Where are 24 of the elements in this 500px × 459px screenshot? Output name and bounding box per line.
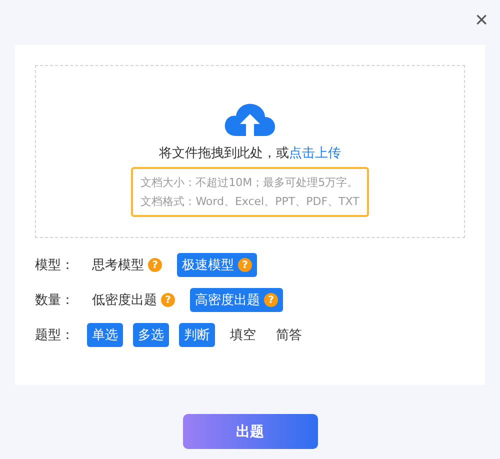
option-chip[interactable]: 多选 xyxy=(133,323,169,347)
help-icon[interactable]: ? xyxy=(264,293,278,307)
help-icon[interactable]: ? xyxy=(161,293,175,307)
upload-dropzone[interactable]: 将文件拖拽到此处，或点击上传 文档大小：不超过10M；最多可处理5万字。 文档格式：Word、Excel、PPT、PDF、TXT xyxy=(35,65,465,238)
upload-prompt: 将文件拖拽到此处，或点击上传 xyxy=(159,145,341,162)
option-chip[interactable]: 判断 xyxy=(179,323,215,347)
option-chip[interactable]: 低密度出题 ? xyxy=(87,288,180,312)
setting-label: 模型： xyxy=(35,257,75,274)
option-chip[interactable]: 简答 xyxy=(271,323,307,347)
help-icon[interactable]: ? xyxy=(148,258,162,272)
option-chip[interactable]: 填空 xyxy=(225,323,261,347)
close-button[interactable]: × xyxy=(469,8,494,32)
help-icon[interactable]: ? xyxy=(238,258,252,272)
setting-label: 题型： xyxy=(35,327,75,344)
option-chip[interactable]: 高密度出题 ? xyxy=(190,288,283,312)
requirement-text: 文档大小：不超过10M；最多可处理5万字。 xyxy=(140,175,360,191)
option-chip[interactable]: 极速模型 ? xyxy=(177,253,257,277)
option-chip[interactable]: 单选 xyxy=(87,323,123,347)
setting-label: 数量： xyxy=(35,292,75,309)
submit-button[interactable]: 出题 xyxy=(182,414,318,449)
requirement-text: 文档格式：Word、Excel、PPT、PDF、TXT xyxy=(140,194,360,210)
cloud-upload-icon xyxy=(224,102,276,138)
option-chip[interactable]: 思考模型 ? xyxy=(87,253,167,277)
upload-link[interactable]: 点击上传 xyxy=(289,146,341,161)
